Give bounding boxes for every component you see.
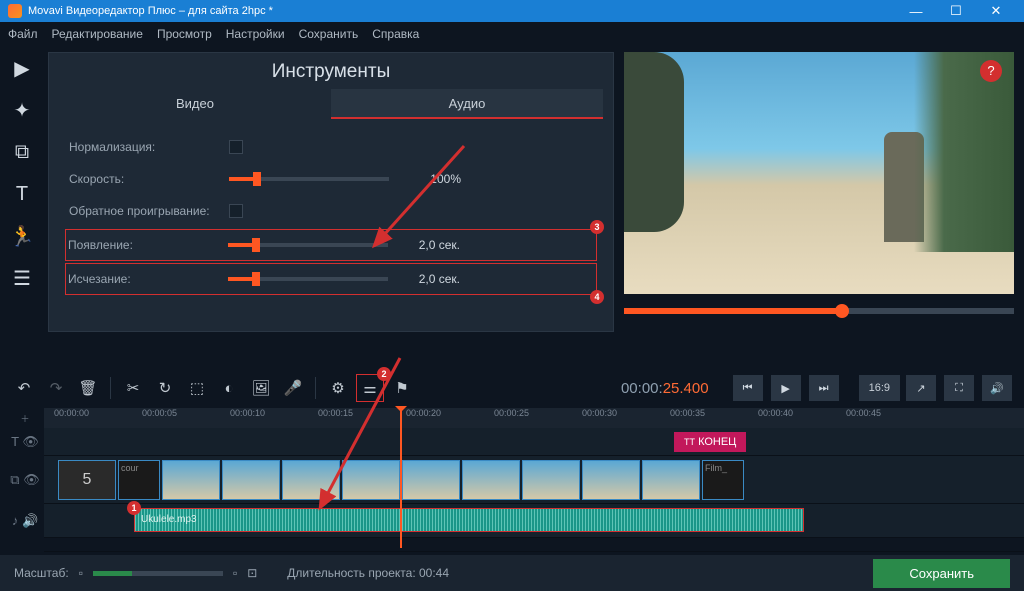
- crop-button[interactable]: ⬚: [183, 374, 211, 402]
- clip-10[interactable]: [642, 460, 700, 500]
- menu-view[interactable]: Просмотр: [157, 27, 212, 41]
- clip-6[interactable]: [402, 460, 460, 500]
- tab-video[interactable]: Видео: [59, 89, 331, 119]
- image-button[interactable]: 🖼: [247, 374, 275, 402]
- titles-icon[interactable]: T: [6, 178, 38, 210]
- fullscreen-button[interactable]: ⛶: [944, 375, 974, 401]
- window-title: Movavi Видеоредактор Плюс – для сайта 2h…: [28, 5, 896, 17]
- title-track[interactable]: T 👁 TT КОНЕЦ: [44, 428, 1024, 456]
- flag-button[interactable]: ⚑: [388, 374, 416, 402]
- panel-title: Инструменты: [49, 53, 613, 89]
- titlebar: Movavi Видеоредактор Плюс – для сайта 2h…: [0, 0, 1024, 22]
- clip-8[interactable]: [522, 460, 580, 500]
- menu-save[interactable]: Сохранить: [299, 27, 359, 41]
- normalize-label: Нормализация:: [69, 140, 229, 154]
- zoom-in-icon[interactable]: ▫: [233, 566, 237, 580]
- duration-label: Длительность проекта: 00:44: [287, 566, 449, 580]
- mic-button[interactable]: 🎤: [279, 374, 307, 402]
- normalize-checkbox[interactable]: [229, 140, 243, 154]
- undo-button[interactable]: ↶: [10, 374, 38, 402]
- stickers-icon[interactable]: 🏃: [6, 220, 38, 252]
- settings-button[interactable]: ⚙: [324, 374, 352, 402]
- clip-9[interactable]: [582, 460, 640, 500]
- color-button[interactable]: ◐: [215, 374, 243, 402]
- fadein-slider[interactable]: [228, 243, 388, 247]
- timeline: 00:00:00 00:00:05 00:00:10 00:00:15 00:0…: [0, 408, 1024, 552]
- add-track-icon[interactable]: ＋: [10, 408, 40, 428]
- end-tag[interactable]: TT КОНЕЦ: [674, 432, 746, 452]
- zoom-out-icon[interactable]: ▫: [79, 566, 83, 580]
- clip-4[interactable]: [282, 460, 340, 500]
- clip-11[interactable]: Film_: [702, 460, 744, 500]
- filters-icon[interactable]: ✦: [6, 94, 38, 126]
- menu-help[interactable]: Справка: [372, 27, 419, 41]
- badge-1: 1: [127, 501, 141, 515]
- fadeout-value: 2,0 сек.: [400, 272, 460, 286]
- zoom-slider[interactable]: [93, 571, 223, 576]
- badge-4: 4: [590, 290, 604, 304]
- clip-5[interactable]: [342, 460, 400, 500]
- clip-0[interactable]: 5: [58, 460, 116, 500]
- tab-audio[interactable]: Аудио: [331, 89, 603, 119]
- preview-video: [624, 52, 1014, 294]
- badge-2: 2: [377, 367, 391, 381]
- video-track-icon: ⧉ 👁: [10, 456, 40, 503]
- badge-3: 3: [590, 220, 604, 234]
- prev-button[interactable]: ⏮: [733, 375, 763, 401]
- aspect-ratio[interactable]: 16:9: [859, 375, 900, 401]
- minimize-button[interactable]: —: [896, 4, 936, 19]
- fadeout-slider[interactable]: [228, 277, 388, 281]
- maximize-button[interactable]: ☐: [936, 3, 976, 19]
- transitions-icon[interactable]: ⧉: [6, 136, 38, 168]
- timecode: 00:00:25.400: [621, 380, 709, 397]
- rotate-button[interactable]: ↻: [151, 374, 179, 402]
- next-button[interactable]: ⏭: [809, 375, 839, 401]
- title-track-icon: T 👁: [10, 428, 40, 455]
- clip-2[interactable]: [162, 460, 220, 500]
- toolbar: ↶ ↷ 🗑 ✂ ↻ ⬚ ◐ 🖼 🎤 ⚙ ⚌2 ⚑ 00:00:25.400 ⏮ …: [0, 368, 1024, 408]
- fadein-label: Появление:: [68, 238, 228, 252]
- playhead[interactable]: [400, 408, 402, 548]
- speed-label: Скорость:: [69, 172, 229, 186]
- zoom-label: Масштаб:: [14, 566, 69, 580]
- media-icon[interactable]: ▶: [6, 52, 38, 84]
- seek-bar[interactable]: [624, 308, 1014, 314]
- video-track[interactable]: ⧉ 👁 5 cour Film_: [44, 456, 1024, 504]
- fit-icon[interactable]: ⊡: [247, 566, 257, 580]
- reverse-label: Обратное проигрывание:: [69, 204, 229, 218]
- popout-button[interactable]: ↗: [906, 375, 936, 401]
- sidebar: ▶ ✦ ⧉ T 🏃 ☰: [0, 46, 44, 366]
- delete-button[interactable]: 🗑: [74, 374, 102, 402]
- clip-1[interactable]: cour: [118, 460, 160, 500]
- clip-7[interactable]: [462, 460, 520, 500]
- fadeout-label: Исчезание:: [68, 272, 228, 286]
- volume-button[interactable]: 🔊: [982, 375, 1012, 401]
- save-button[interactable]: Сохранить: [873, 559, 1010, 588]
- speed-slider[interactable]: [229, 177, 389, 181]
- more-icon[interactable]: ☰: [6, 262, 38, 294]
- menu-settings[interactable]: Настройки: [226, 27, 285, 41]
- redo-button[interactable]: ↷: [42, 374, 70, 402]
- help-button[interactable]: ?: [980, 60, 1002, 82]
- close-button[interactable]: ✕: [976, 3, 1016, 19]
- menu-edit[interactable]: Редактирование: [52, 27, 143, 41]
- scroll-track[interactable]: [44, 538, 1024, 552]
- audio-clip[interactable]: Ukulele.mp3 1: [134, 508, 804, 532]
- audio-track[interactable]: ♪ 🔊 Ukulele.mp3 1: [44, 504, 1024, 538]
- cut-button[interactable]: ✂: [119, 374, 147, 402]
- tools-panel: Инструменты Видео Аудио Нормализация: Ск…: [48, 52, 614, 332]
- clip-3[interactable]: [222, 460, 280, 500]
- fadein-value: 2,0 сек.: [400, 238, 460, 252]
- audio-track-icon: ♪ 🔊: [10, 504, 40, 537]
- reverse-checkbox[interactable]: [229, 204, 243, 218]
- speed-value: 100%: [401, 172, 461, 186]
- audio-clip-name: Ukulele.mp3: [141, 514, 197, 525]
- tools-button[interactable]: ⚌2: [356, 374, 384, 402]
- play-button[interactable]: ▶: [771, 375, 801, 401]
- app-logo-icon: [8, 4, 22, 18]
- menu-file[interactable]: Файл: [8, 27, 38, 41]
- footer: Масштаб: ▫ ▫ ⊡ Длительность проекта: 00:…: [0, 555, 1024, 591]
- time-ruler[interactable]: 00:00:00 00:00:05 00:00:10 00:00:15 00:0…: [44, 408, 1024, 428]
- menubar: Файл Редактирование Просмотр Настройки С…: [0, 22, 1024, 46]
